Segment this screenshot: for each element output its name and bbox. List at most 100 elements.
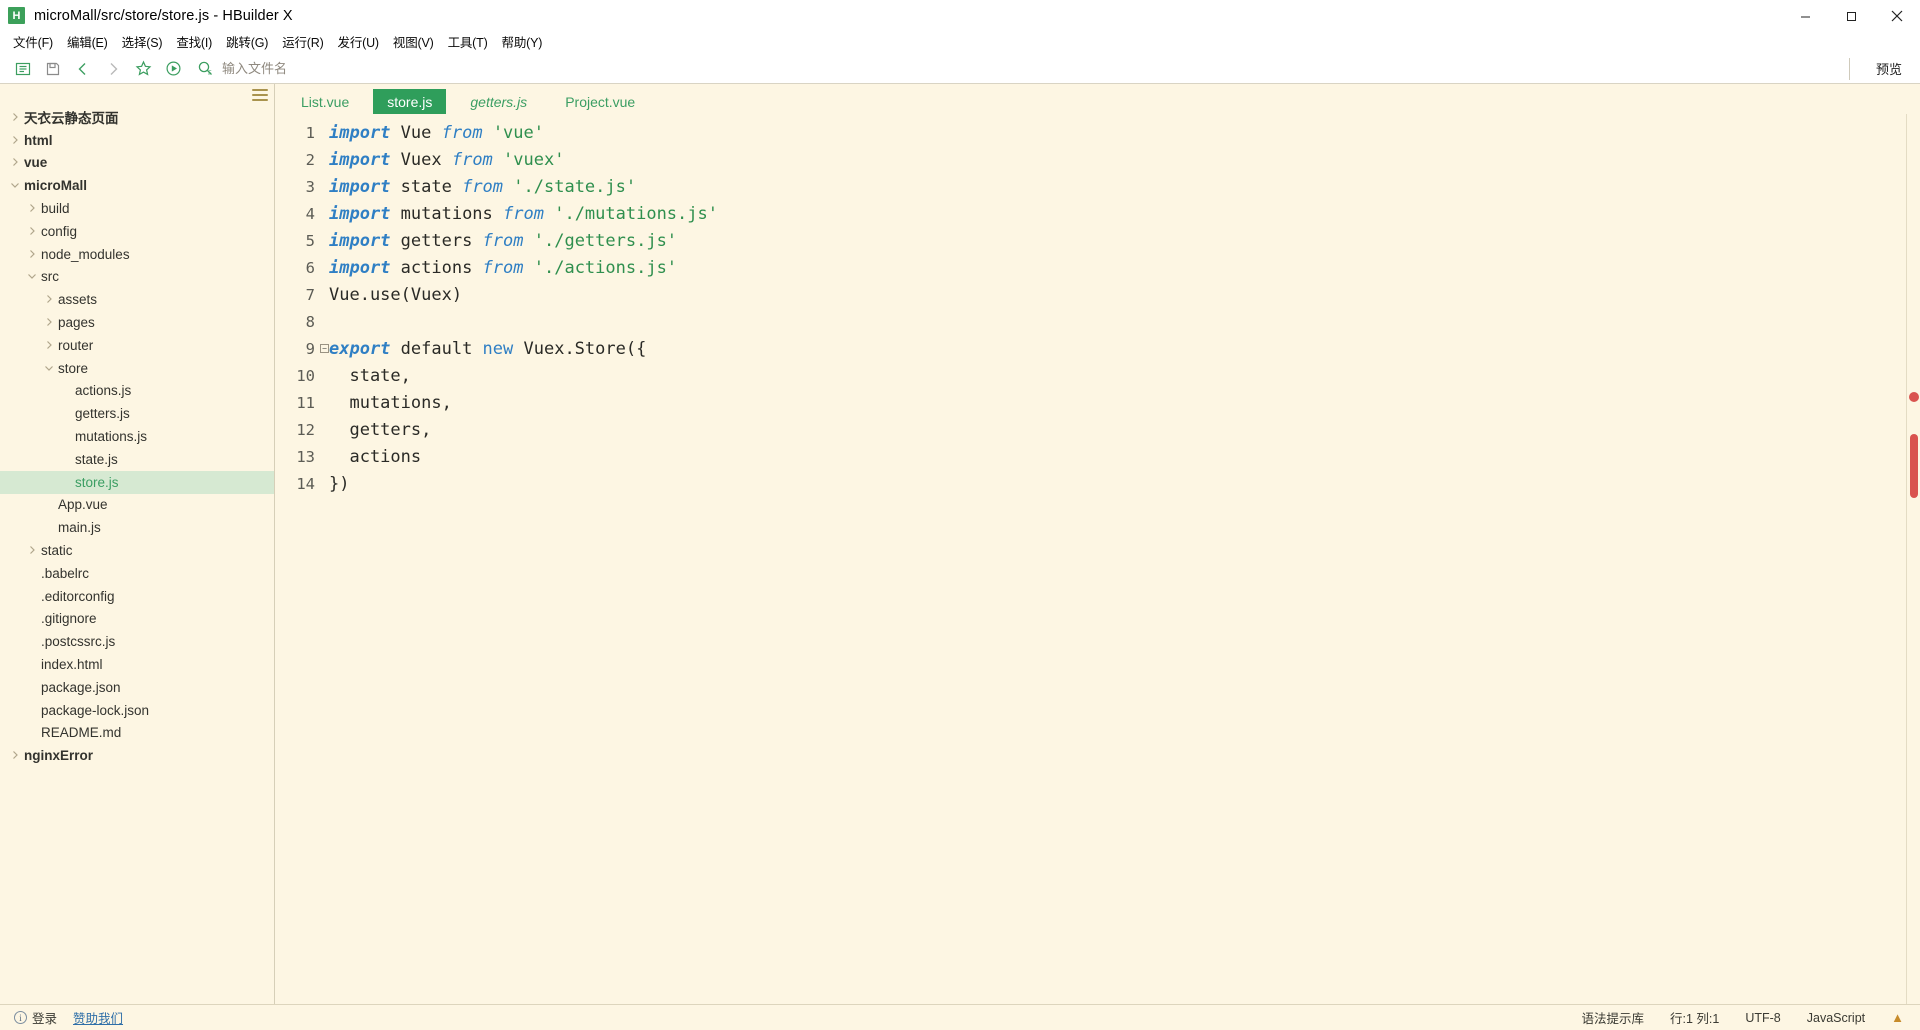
search-input[interactable] — [220, 57, 1850, 80]
tree-item-static[interactable]: static — [0, 539, 274, 562]
tree-item-html[interactable]: html — [0, 129, 274, 152]
chevron-down-icon[interactable] — [42, 364, 56, 372]
syntax-library-status[interactable]: 语法提示库 — [1582, 1008, 1645, 1027]
tree-item-nginxerror[interactable]: nginxError — [0, 744, 274, 767]
chevron-down-icon[interactable] — [8, 181, 22, 189]
code-line[interactable]: getters, — [329, 417, 1920, 444]
minimize-icon[interactable] — [1782, 0, 1828, 32]
tree-item-config[interactable]: config — [0, 220, 274, 243]
tree-item-pages[interactable]: pages — [0, 311, 274, 334]
code-token: 'vuex' — [503, 150, 565, 170]
encoding-status[interactable]: UTF-8 — [1745, 1011, 1780, 1025]
menu-item-tools[interactable]: 工具(T) — [441, 33, 495, 53]
bell-icon[interactable]: ▲ — [1891, 1010, 1904, 1025]
file-search[interactable]: F — [190, 56, 1850, 82]
code-line[interactable]: import getters from './getters.js' — [329, 228, 1920, 255]
close-icon[interactable] — [1874, 0, 1920, 32]
tree-item-babelrc[interactable]: .babelrc — [0, 562, 274, 585]
menu-item-find[interactable]: 查找(I) — [169, 33, 219, 53]
tree-item-assets[interactable]: assets — [0, 288, 274, 311]
tree-item-src[interactable]: src — [0, 266, 274, 289]
code-line[interactable]: import actions from './actions.js' — [329, 255, 1920, 282]
code-line[interactable]: Vue.use(Vuex) — [329, 282, 1920, 309]
chevron-right-icon[interactable] — [8, 112, 22, 122]
chevron-right-icon[interactable] — [25, 203, 39, 213]
tree-item-store-js[interactable]: store.js — [0, 470, 274, 494]
file-tree[interactable]: 天衣云静态页面 html vue microMall build config node_m… — [0, 106, 274, 1004]
chevron-right-icon[interactable] — [42, 340, 56, 350]
code-line[interactable]: import state from './state.js' — [329, 174, 1920, 201]
code-line[interactable]: state, — [329, 363, 1920, 390]
code-line[interactable]: }) — [329, 471, 1920, 498]
tree-item-main-js[interactable]: main.js — [0, 516, 274, 539]
code-line[interactable]: import Vuex from 'vuex' — [329, 147, 1920, 174]
tree-item-gitignore[interactable]: .gitignore — [0, 608, 274, 631]
maximize-icon[interactable] — [1828, 0, 1874, 32]
forward-icon[interactable] — [98, 56, 128, 82]
code-view[interactable]: 1 2 3 4 5 6 7 8 9−10 11 12 13 14 import Vue from 'vu… — [275, 114, 1920, 1004]
menu-item-run[interactable]: 运行(R) — [275, 33, 330, 53]
code-line[interactable]: import Vue from 'vue' — [329, 120, 1920, 147]
code-line[interactable]: actions — [329, 444, 1920, 471]
code-line[interactable]: export default new Vuex.Store({ — [329, 336, 1920, 363]
editor-vertical-scrollbar[interactable] — [1906, 114, 1920, 1004]
code-line[interactable]: import mutations from './mutations.js' — [329, 201, 1920, 228]
tree-item-router[interactable]: router — [0, 334, 274, 357]
editor-tab-store-js[interactable]: store.js — [373, 89, 447, 114]
tree-item-package-lock-json[interactable]: package-lock.json — [0, 699, 274, 722]
scrollbar-thumb[interactable] — [1910, 434, 1918, 498]
code-line[interactable] — [329, 309, 1920, 336]
chevron-right-icon[interactable] — [25, 226, 39, 236]
tree-item-app-vue[interactable]: App.vue — [0, 494, 274, 517]
sponsor-link[interactable]: 赞助我们 — [73, 1008, 123, 1027]
editor-tab-getters-js[interactable]: getters.js — [456, 89, 541, 114]
menu-item-view[interactable]: 视图(V) — [386, 33, 441, 53]
tree-item-micromall[interactable]: microMall — [0, 174, 274, 197]
code-line[interactable]: mutations, — [329, 390, 1920, 417]
tree-item-store[interactable]: store — [0, 357, 274, 380]
tree-item-node-modules[interactable]: node_modules — [0, 243, 274, 266]
tree-item-[interactable]: 天衣云静态页面 — [0, 106, 274, 129]
cursor-position-status[interactable]: 行:1 列:1 — [1670, 1008, 1719, 1027]
chevron-right-icon[interactable] — [8, 750, 22, 760]
tree-item-mutations-js[interactable]: mutations.js — [0, 425, 274, 448]
save-icon[interactable] — [38, 56, 68, 82]
toggle-sidebar-icon[interactable] — [8, 56, 38, 82]
editor-tab-list-vue[interactable]: List.vue — [287, 89, 363, 114]
tree-item-package-json[interactable]: package.json — [0, 676, 274, 699]
language-mode-status[interactable]: JavaScript — [1807, 1011, 1865, 1025]
chevron-right-icon[interactable] — [42, 317, 56, 327]
tree-item-getters-js[interactable]: getters.js — [0, 402, 274, 425]
tree-item-state-js[interactable]: state.js — [0, 448, 274, 471]
menu-item-help[interactable]: 帮助(Y) — [495, 33, 550, 53]
status-left: i 登录 赞助我们 — [0, 1008, 123, 1027]
chevron-right-icon[interactable] — [25, 249, 39, 259]
back-icon[interactable] — [68, 56, 98, 82]
tree-item-index-html[interactable]: index.html — [0, 653, 274, 676]
chevron-right-icon[interactable] — [42, 294, 56, 304]
code-token: new — [482, 339, 514, 359]
menu-item-goto[interactable]: 跳转(G) — [219, 33, 275, 53]
tree-item-readme-md[interactable]: README.md — [0, 722, 274, 745]
tree-item-editorconfig[interactable]: .editorconfig — [0, 585, 274, 608]
login-button[interactable]: i 登录 — [14, 1008, 57, 1027]
tree-item-actions-js[interactable]: actions.js — [0, 380, 274, 403]
menu-item-select[interactable]: 选择(S) — [115, 33, 170, 53]
editor-tab-project-vue[interactable]: Project.vue — [551, 89, 649, 114]
tree-item-build[interactable]: build — [0, 197, 274, 220]
hamburger-icon[interactable] — [252, 89, 268, 101]
chevron-right-icon[interactable] — [8, 157, 22, 167]
favorite-star-icon[interactable] — [128, 56, 158, 82]
chevron-down-icon[interactable] — [25, 272, 39, 280]
code-content[interactable]: import Vue from 'vue' import Vuex from 'v… — [321, 114, 1920, 1004]
editor-tabstrip[interactable]: List.vue store.js getters.js Project.vue — [275, 84, 1920, 114]
run-icon[interactable] — [158, 56, 188, 82]
menu-item-publish[interactable]: 发行(U) — [331, 33, 386, 53]
menu-item-file[interactable]: 文件(F) — [6, 33, 60, 53]
chevron-right-icon[interactable] — [8, 135, 22, 145]
tree-item-vue[interactable]: vue — [0, 152, 274, 175]
menu-item-edit[interactable]: 编辑(E) — [60, 33, 115, 53]
tree-item-postcssrc-js[interactable]: .postcssrc.js — [0, 630, 274, 653]
chevron-right-icon[interactable] — [25, 545, 39, 555]
preview-button[interactable]: 预览 — [1858, 56, 1920, 82]
